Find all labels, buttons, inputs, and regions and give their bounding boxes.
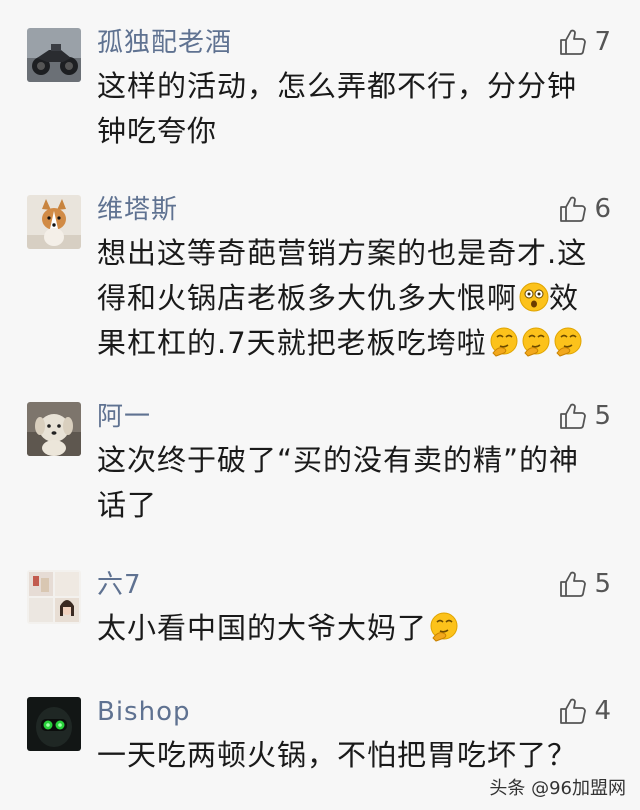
thumbs-up-icon xyxy=(560,403,587,429)
thumbs-up-icon xyxy=(560,571,587,597)
watermark: 头条 @96加盟网 xyxy=(489,778,626,799)
like-button[interactable]: 4 xyxy=(558,694,611,728)
motorcycle-avatar-icon[interactable] xyxy=(27,28,81,82)
night-vision-avatar-icon[interactable] xyxy=(27,697,81,751)
like-button[interactable]: 6 xyxy=(558,192,611,226)
comment-line: 一天吃两顿火锅，不怕把胃吃坏了？ xyxy=(97,738,578,772)
comment-text: 一天吃两顿火锅，不怕把胃吃坏了？ xyxy=(97,733,597,778)
like-button[interactable]: 5 xyxy=(558,399,611,433)
puppy-avatar-icon[interactable] xyxy=(27,402,81,456)
thumbs-up-icon xyxy=(560,698,587,724)
comment-line: 想出这等奇葩营销方案的也是奇才.这 xyxy=(97,236,588,270)
comment-item: 孤独配老酒 7 这样的活动，怎么弄都不行，分分钟 钟吃夸你 xyxy=(0,25,640,148)
thumbs-up-icon xyxy=(560,29,587,55)
like-count: 7 xyxy=(594,27,611,57)
thinking-face-emoji-icon xyxy=(430,612,458,642)
comment-line: 这样的活动，怎么弄都不行，分分钟 xyxy=(97,69,578,103)
comment-item: 维塔斯 6 想出这等奇葩营销方案的也是奇才.这 得和火锅店老板多大仇多大恨啊 效… xyxy=(0,192,640,366)
shocked-face-emoji-icon xyxy=(519,282,549,312)
comment-text: 这次终于破了“买的没有卖的精”的神 话了 xyxy=(97,438,597,528)
like-button[interactable]: 7 xyxy=(558,25,611,59)
comment-line-text: 效 xyxy=(549,281,580,315)
like-count: 5 xyxy=(594,569,611,599)
comment-author[interactable]: 维塔斯 xyxy=(97,193,178,227)
comment-author[interactable]: Bishop xyxy=(97,695,191,729)
comment-line: 钟吃夸你 xyxy=(97,114,218,148)
thinking-face-emoji-icon xyxy=(490,327,518,357)
like-count: 5 xyxy=(594,401,611,431)
comment-text: 想出这等奇葩营销方案的也是奇才.这 得和火锅店老板多大仇多大恨啊 效 果杠杠的.… xyxy=(97,231,597,366)
collage-avatar-icon[interactable] xyxy=(27,570,81,624)
comment-line: 这次终于破了“买的没有卖的精”的神 xyxy=(97,443,580,477)
comment-line-text: 果杠杠的.7天就把老板吃垮啦 xyxy=(97,326,487,360)
comment-item: 六7 5 太小看中国的大爷大妈了 xyxy=(0,567,640,651)
comment-line: 太小看中国的大爷大妈了 xyxy=(97,606,597,651)
comment-author[interactable]: 孤独配老酒 xyxy=(97,26,232,60)
comment-line: 得和火锅店老板多大仇多大恨啊 效 xyxy=(97,276,597,321)
comment-line-text: 得和火锅店老板多大仇多大恨啊 xyxy=(97,281,518,315)
comment-line-text: 太小看中国的大爷大妈了 xyxy=(97,611,428,645)
thinking-face-emoji-icon xyxy=(554,327,582,357)
like-count: 4 xyxy=(594,696,611,726)
thumbs-up-icon xyxy=(560,196,587,222)
comment-author[interactable]: 六7 xyxy=(97,568,142,602)
comment-text: 太小看中国的大爷大妈了 xyxy=(97,606,597,651)
like-count: 6 xyxy=(594,194,611,224)
comment-author[interactable]: 阿一 xyxy=(97,400,151,434)
comment-item: Bishop 4 一天吃两顿火锅，不怕把胃吃坏了？ xyxy=(0,694,640,778)
thinking-face-emoji-icon xyxy=(522,327,550,357)
like-button[interactable]: 5 xyxy=(558,567,611,601)
comment-item: 阿一 5 这次终于破了“买的没有卖的精”的神 话了 xyxy=(0,399,640,522)
comment-line: 话了 xyxy=(97,488,158,522)
comment-text: 这样的活动，怎么弄都不行，分分钟 钟吃夸你 xyxy=(97,64,597,154)
corgi-avatar-icon[interactable] xyxy=(27,195,81,249)
comment-line: 果杠杠的.7天就把老板吃垮啦 xyxy=(97,321,597,366)
